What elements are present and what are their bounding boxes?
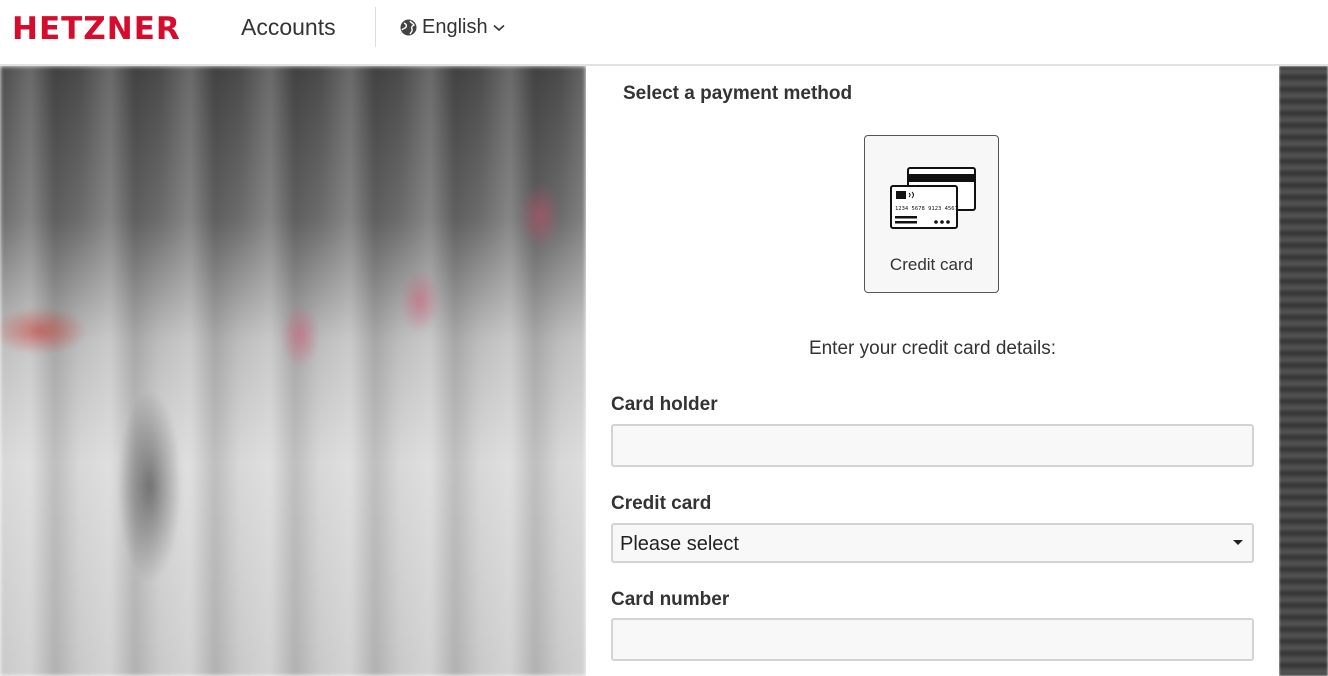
card-holder-input[interactable]: [611, 424, 1254, 467]
payment-section-title: Select a payment method: [623, 83, 853, 104]
datacenter-background-image: [0, 66, 586, 676]
credit-card-type-selected: Please select: [620, 533, 739, 555]
background-image-edge: [1279, 66, 1328, 676]
svg-text:1234 5678 9123 4567: 1234 5678 9123 4567: [895, 206, 958, 212]
credit-card-type-label: Credit card: [611, 493, 712, 514]
globe-icon: [400, 19, 417, 36]
card-holder-label: Card holder: [611, 394, 718, 415]
header-divider: [375, 7, 376, 47]
hetzner-logo[interactable]: HETZNER: [12, 14, 181, 45]
language-label: English: [422, 16, 488, 38]
app-title: Accounts: [241, 14, 336, 40]
payment-form-panel: Select a payment method 1234 5678 9123 4…: [586, 66, 1279, 676]
card-number-label: Card number: [611, 589, 730, 610]
credit-card-type-select[interactable]: Please select: [611, 523, 1254, 563]
card-number-input[interactable]: [611, 618, 1254, 661]
payment-method-label: Credit card: [889, 255, 974, 274]
chevron-down-icon: [493, 24, 505, 32]
payment-method-credit-card[interactable]: 1234 5678 9123 4567 Credit card: [864, 135, 999, 293]
top-bar: HETZNER Accounts English: [0, 0, 1328, 66]
credit-card-instructions: Enter your credit card details:: [808, 338, 1057, 359]
language-selector[interactable]: English: [400, 16, 505, 39]
caret-down-icon: [1233, 540, 1243, 545]
